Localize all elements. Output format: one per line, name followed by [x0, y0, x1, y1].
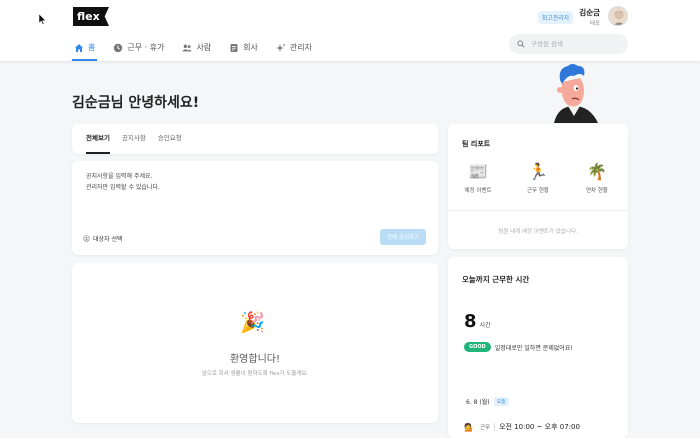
search-box[interactable]: [509, 34, 628, 54]
nav-company[interactable]: 회사: [227, 34, 260, 61]
team-item-label: 연차 현황: [586, 188, 608, 194]
nav-admin[interactable]: 관리자: [274, 34, 314, 61]
today-badge: 오늘: [493, 397, 509, 406]
notice-input[interactable]: 공지사항을 입력해 주세요. 관리자만 입력할 수 있습니다.: [86, 171, 160, 193]
nav-people[interactable]: 사람: [180, 34, 213, 61]
target-select-label: 대상자 선택: [93, 236, 123, 243]
status-badge: GOOD: [464, 342, 491, 352]
nav-work-vacation-label: 근무 · 휴가: [127, 43, 165, 52]
welcome-title: 환영합니다!: [229, 354, 280, 365]
notice-composer: 공지사항을 입력해 주세요. 관리자만 입력할 수 있습니다. 대상자 선택 전…: [72, 161, 438, 255]
document-icon: [230, 43, 238, 52]
team-report-title: 팀 리포트: [462, 140, 491, 148]
team-item-label: 예정 이벤트: [464, 188, 492, 194]
character-illustration: [554, 64, 598, 123]
nav-admin-label: 관리자: [289, 43, 313, 52]
date-row: 6. 8 (월) 오늘: [466, 397, 509, 406]
nav-company-label: 회사: [243, 43, 258, 52]
target-icon: [83, 235, 90, 242]
page-title: 김순금님 안녕하세요!: [72, 95, 200, 111]
nav-home[interactable]: 홈: [72, 34, 98, 61]
shift-time: 오전 10:00 ~ 오후 07:00: [499, 423, 580, 431]
sparkle-icon: [275, 43, 286, 52]
work-hours-value: 8: [464, 311, 477, 332]
welcome-card: [72, 263, 438, 423]
tab-all[interactable]: 전체보기: [86, 124, 110, 154]
shift-label: 근무: [480, 423, 496, 431]
work-hours: 8 시간: [464, 311, 491, 332]
nav-people-label: 사람: [196, 43, 212, 52]
people-icon: [182, 44, 193, 51]
party-popper-icon: 🎉: [240, 310, 265, 334]
search-input[interactable]: [531, 40, 621, 48]
divider: [448, 210, 628, 211]
team-item-work-status[interactable]: 🏃 근무 현황: [513, 162, 563, 194]
user-info[interactable]: 최고관리자 김순금 테포: [537, 6, 604, 28]
palm-tree-icon: 🌴: [587, 162, 607, 181]
shift-row[interactable]: 💁 근무 오전 10:00 ~ 오후 07:00: [464, 422, 580, 432]
nav-home-label: 홈: [88, 43, 96, 52]
avatar-face-icon: [613, 10, 625, 25]
mouse-cursor-icon: [39, 14, 47, 25]
top-header: flex 최고관리자 김순금 테포 홈 근무 · 휴가 사람 회사 관리자 구성…: [0, 0, 700, 61]
team-empty-message: 팀원 내게 예정 이벤트가 없습니다.: [498, 229, 578, 235]
post-notice-button[interactable]: 전체 공지하기: [380, 229, 426, 245]
feed-tabs: 전체보기 공지사항 승인요청: [72, 124, 438, 154]
user-company: 테포: [589, 21, 600, 27]
status-text: 일정대로만 일하면 문제없어요!: [494, 344, 573, 352]
work-time-card: 오늘까지 근무한 시간 8 시간 GOOD 일정대로만 일하면 문제없어요! 6…: [448, 257, 628, 438]
newspaper-icon: 📰: [468, 162, 488, 181]
team-item-label: 근무 현황: [527, 188, 549, 194]
runner-icon: 🏃: [528, 162, 548, 181]
team-item-leave-status[interactable]: 🌴 연차 현황: [572, 162, 622, 194]
tab-notices[interactable]: 공지사항: [122, 124, 146, 154]
person-icon: 💁: [464, 422, 474, 432]
welcome-subtitle: 앞으로 회사 생활이 편하도록 flex가 도울게요.: [201, 371, 309, 377]
role-badge: 최고관리자: [537, 10, 574, 24]
target-select[interactable]: 대상자 선택: [83, 234, 123, 243]
nav-work-vacation[interactable]: 근무 · 휴가: [111, 34, 166, 61]
search-icon: [517, 40, 525, 48]
status-row: GOOD 일정대로만 일하면 문제없어요!: [464, 342, 573, 352]
home-icon: [75, 43, 83, 52]
date-text: 6. 8 (월): [466, 399, 490, 406]
team-item-events[interactable]: 📰 예정 이벤트: [453, 162, 503, 194]
avatar[interactable]: [608, 6, 628, 26]
main-nav: 홈 근무 · 휴가 사람 회사 관리자: [72, 34, 328, 61]
flex-logo[interactable]: flex: [73, 7, 109, 26]
team-report-card: 팀 리포트 📰 예정 이벤트 🏃 근무 현황 🌴 연차 현황 팀원 내게 예정 …: [448, 124, 628, 249]
work-hours-unit: 시간: [479, 322, 491, 329]
tab-approval-requests[interactable]: 승인요청: [158, 124, 182, 154]
clock-icon: [114, 43, 123, 52]
user-text: 김순금 테포: [579, 7, 600, 27]
work-time-title: 오늘까지 근무한 시간: [462, 275, 530, 284]
user-name: 김순금: [579, 8, 600, 17]
